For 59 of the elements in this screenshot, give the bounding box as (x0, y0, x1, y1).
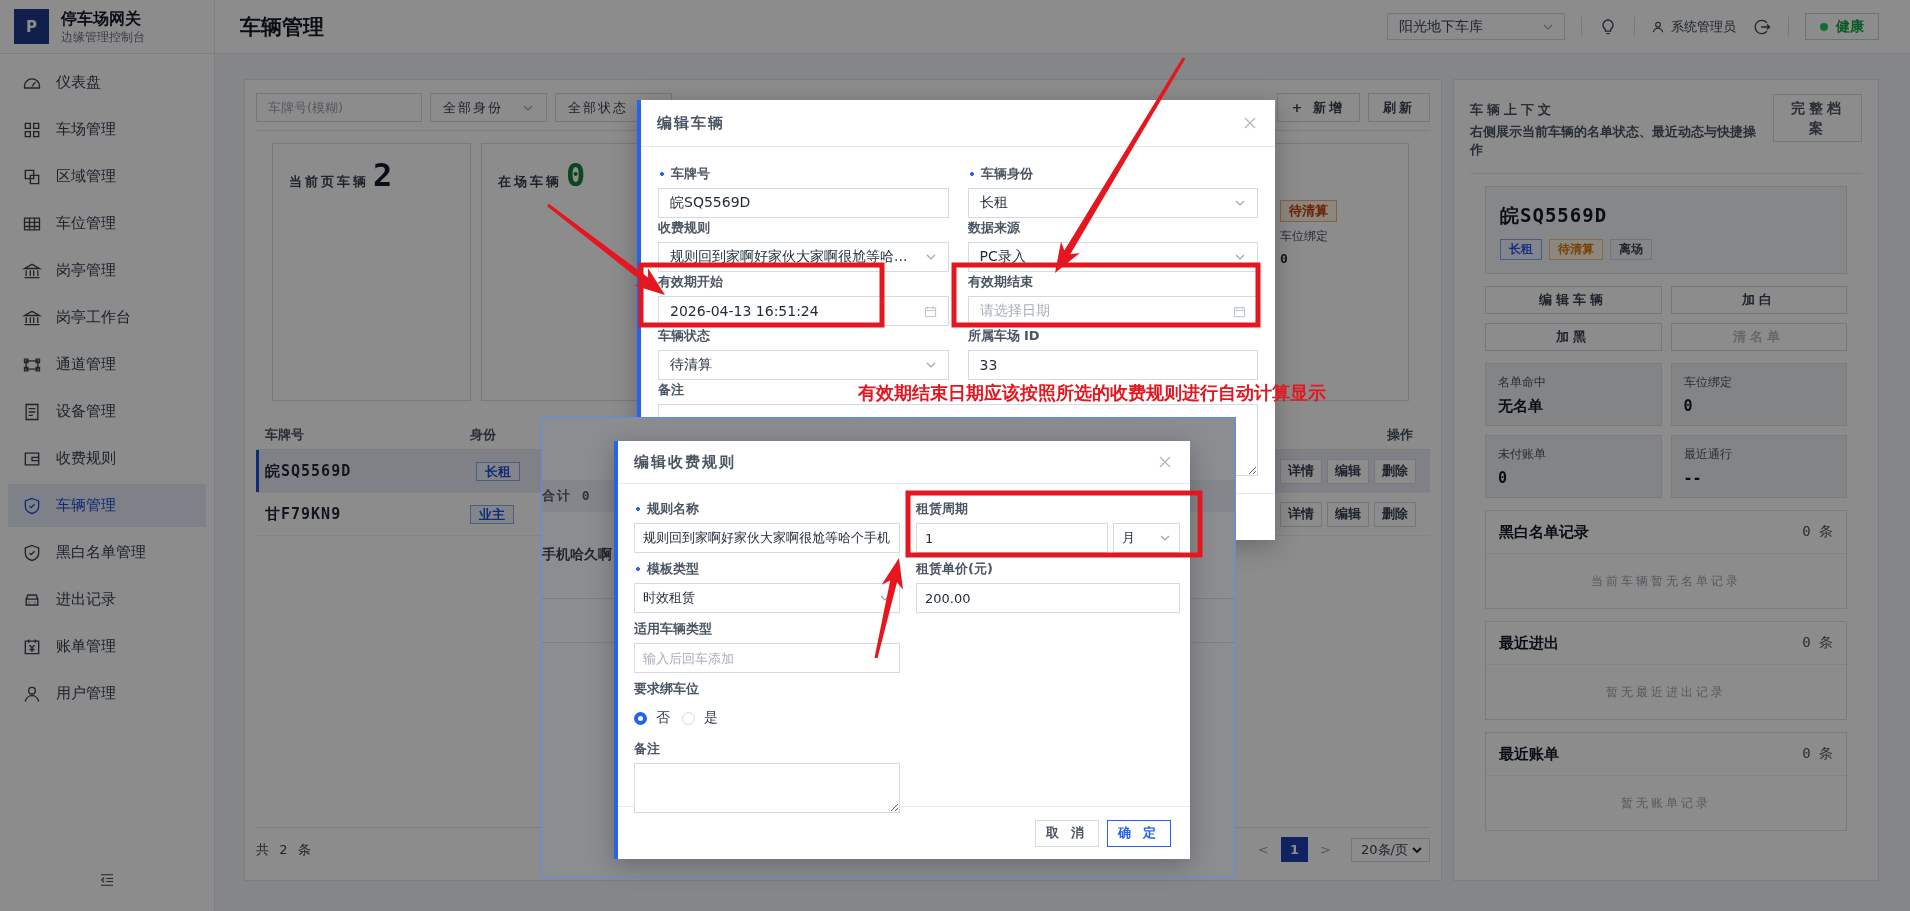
summary-text: 合计 0 (542, 487, 592, 505)
field-label: 有效期结束 (967, 273, 1033, 291)
stat-value: 0 (566, 158, 586, 192)
status-tag: 待清算 (1280, 200, 1337, 222)
field-label: 租赁单价(元) (916, 560, 993, 578)
info-value: 无名单 (1498, 397, 1544, 416)
identity-tag: 业主 (470, 505, 514, 524)
total-count: 共 2 条 (256, 840, 314, 859)
field-label: 车辆状态 (658, 327, 710, 345)
info-label: 未付账单 (1498, 446, 1547, 463)
field-label: 车辆身份 (967, 165, 1033, 183)
status-tag: 长租 (1500, 239, 1542, 260)
field-label: 备注 (634, 740, 660, 758)
record-count: 0 条 (1802, 523, 1833, 541)
record-count: 0 条 (1802, 634, 1833, 652)
stat-label: 车位绑定 (1280, 228, 1328, 245)
field-label: 适用车辆类型 (634, 620, 712, 638)
field-label: 模板类型 (634, 560, 699, 578)
stat-label: 当前页车辆 (289, 173, 369, 191)
status-tag: 离场 (1610, 239, 1652, 260)
stat-value: 2 (373, 158, 393, 192)
dialog-title: 编辑收费规则 (634, 452, 736, 472)
plate-cell-text: 甘F79KN9 (264, 504, 343, 524)
info-value: 0 (1498, 469, 1509, 487)
status-tag: 待清算 (1549, 239, 1603, 260)
field-label: 备注 (658, 381, 684, 399)
field-label: 规则名称 (634, 500, 699, 518)
field-label: 有效期开始 (658, 273, 723, 291)
health-badge: 健康 (1805, 13, 1879, 40)
field-label: 收费规则 (658, 219, 710, 237)
field-label: 所属车场 ID (967, 327, 1040, 345)
info-label: 车位绑定 (1683, 374, 1733, 391)
column-header: 身份 (470, 425, 497, 444)
plate-cell-text: 皖SQ5569D (264, 461, 353, 481)
page-title: 车辆管理 (240, 13, 324, 41)
info-label: 最近通行 (1683, 446, 1733, 463)
section-title: 黑白名单记录 (1499, 522, 1589, 542)
info-label: 名单命中 (1498, 374, 1547, 391)
app-title: 停车场网关 (61, 8, 142, 29)
vehicle-plate: 皖SQ5569D (1500, 203, 1609, 228)
info-value: -- (1683, 469, 1703, 487)
section-title: 最近账单 (1499, 744, 1559, 764)
info-value: 0 (1683, 397, 1694, 415)
identity-tag: 长租 (476, 462, 520, 481)
panel-title: 车辆上下文 (1470, 101, 1556, 119)
section-title: 最近进出 (1499, 633, 1559, 653)
panel-description: 右侧展示当前车辆的名单状态、最近动态与快捷操作 (1470, 123, 1757, 159)
column-header: 操作 (1387, 425, 1414, 444)
field-label: 数据来源 (967, 219, 1020, 237)
stat-label: 在场车辆 (498, 173, 562, 191)
stat-value: 0 (1280, 251, 1288, 266)
record-count: 0 条 (1802, 745, 1833, 763)
column-header: 车牌号 (264, 425, 305, 444)
app-subtitle: 边缘管理控制台 (61, 28, 145, 45)
field-label: 要求绑车位 (634, 680, 699, 698)
logo: P (14, 9, 49, 44)
field-label: 车牌号 (658, 165, 710, 183)
rule-name-text: 手机哈久啊 (542, 546, 612, 564)
field-label: 租赁周期 (916, 500, 968, 518)
